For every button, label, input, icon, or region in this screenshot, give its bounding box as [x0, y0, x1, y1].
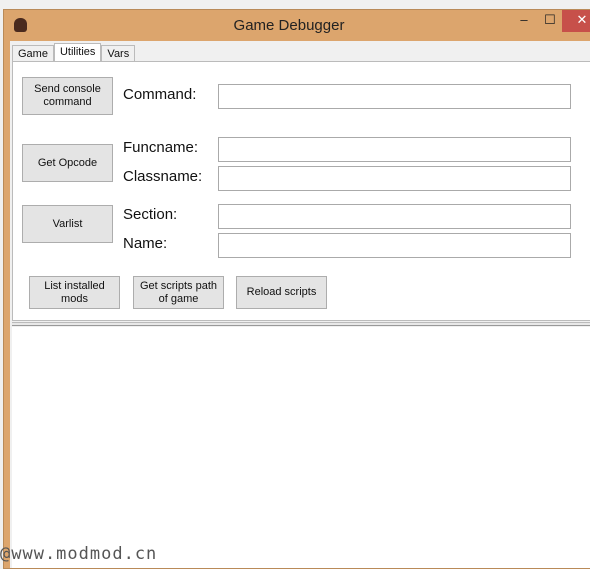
close-button[interactable]: ✕	[562, 10, 590, 32]
section-input[interactable]	[218, 204, 571, 229]
splitter[interactable]	[12, 322, 590, 326]
name-label: Name:	[123, 235, 168, 252]
utilities-panel: Send console command Command: Get Opcode…	[12, 61, 590, 321]
command-label: Command:	[123, 86, 197, 103]
game-debugger-window: Game Debugger – ☐ ✕ Game Utilities Vars …	[3, 9, 590, 569]
list-installed-mods-button[interactable]: List installed mods	[29, 276, 120, 309]
funcname-input[interactable]	[218, 137, 571, 162]
reload-scripts-button[interactable]: Reload scripts	[236, 276, 327, 309]
varlist-button[interactable]: Varlist	[22, 205, 113, 243]
classname-input[interactable]	[218, 166, 571, 191]
minimize-button[interactable]: –	[511, 10, 537, 32]
command-input[interactable]	[218, 84, 571, 109]
classname-label: Classname:	[123, 168, 203, 185]
tab-utilities[interactable]: Utilities	[53, 43, 102, 63]
client-area: Game Utilities Vars Send console command…	[10, 41, 590, 568]
window-title: Game Debugger	[233, 17, 345, 34]
get-scripts-path-button[interactable]: Get scripts path of game	[133, 276, 224, 309]
maximize-button[interactable]: ☐	[537, 10, 563, 32]
tab-strip: Game Utilities Vars	[12, 43, 136, 63]
title-bar[interactable]: Game Debugger – ☐ ✕	[4, 10, 590, 41]
send-console-command-button[interactable]: Send console command	[22, 77, 113, 115]
funcname-label: Funcname:	[123, 139, 199, 156]
output-area[interactable]	[12, 327, 590, 568]
name-input[interactable]	[218, 233, 571, 258]
get-opcode-button[interactable]: Get Opcode	[22, 144, 113, 182]
watermark: @www.modmod.cn	[0, 544, 158, 564]
section-label: Section:	[123, 206, 178, 223]
